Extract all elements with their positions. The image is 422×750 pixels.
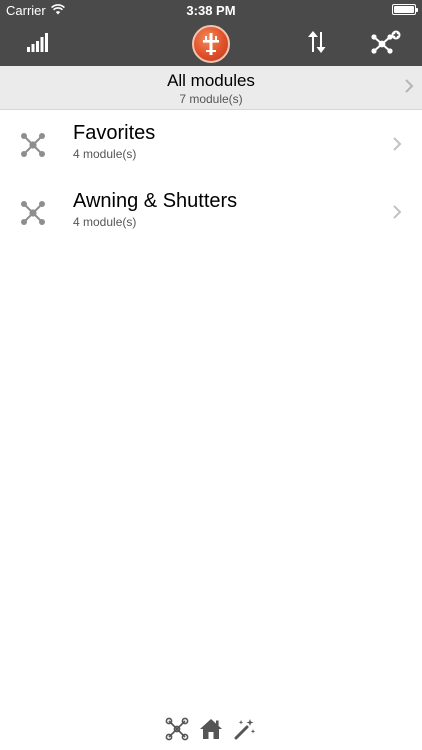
group-count: 4 module(s): [73, 147, 137, 161]
sort-button[interactable]: [302, 22, 332, 66]
add-network-button[interactable]: [366, 22, 406, 66]
network-tab-button[interactable]: [164, 717, 190, 746]
status-time: 3:38 PM: [186, 3, 236, 18]
all-modules-count: 7 module(s): [179, 92, 243, 106]
bottom-toolbar: [0, 712, 422, 750]
all-modules-row[interactable]: All modules 7 module(s): [0, 66, 422, 110]
app-logo-button[interactable]: [190, 22, 232, 66]
chevron-right-icon: [404, 78, 414, 99]
group-count: 4 module(s): [73, 215, 137, 229]
home-tab-icon: [199, 718, 223, 745]
magic-wand-tab-button[interactable]: [232, 718, 258, 744]
status-right: [392, 4, 418, 15]
network-tab-icon: [165, 717, 189, 746]
group-title: Awning & Shutters: [73, 190, 238, 212]
group-row-favorites[interactable]: Favorites 4 module(s): [0, 110, 422, 178]
signal-strength-icon: [27, 32, 49, 57]
all-modules-title: All modules: [167, 71, 255, 90]
status-bar: Carrier 3:38 PM: [0, 0, 422, 22]
chevron-right-icon: [392, 136, 402, 157]
signal-strength-button[interactable]: [22, 22, 54, 66]
magic-wand-tab-icon: [233, 717, 257, 746]
home-tab-button[interactable]: [198, 718, 224, 744]
chevron-right-icon: [392, 204, 402, 225]
battery-icon: [392, 4, 418, 15]
app-logo-icon: [192, 25, 230, 63]
sort-arrows-icon: [306, 30, 328, 58]
group-row-awning-shutters[interactable]: Awning & Shutters 4 module(s): [0, 178, 422, 246]
nav-bar: [0, 22, 422, 66]
network-icon: [20, 132, 46, 158]
network-icon: [20, 200, 46, 226]
network-add-icon: [371, 30, 401, 59]
screen: Carrier 3:38 PM All modules 7 module(s) …: [0, 0, 422, 750]
group-title: Favorites: [73, 122, 156, 144]
